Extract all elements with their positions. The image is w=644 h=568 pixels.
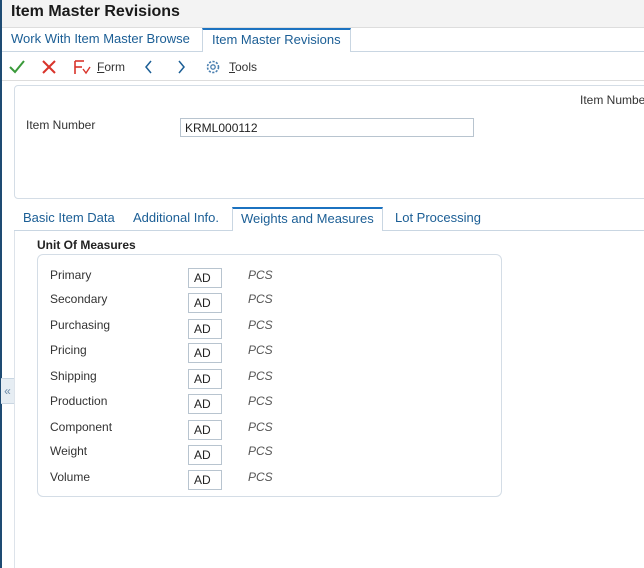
uom-input-pricing[interactable] xyxy=(188,343,222,363)
close-icon xyxy=(42,60,56,74)
gear-icon xyxy=(206,60,220,74)
uom-desc-component: PCS xyxy=(248,420,273,434)
uom-desc-pricing: PCS xyxy=(248,343,273,357)
next-button[interactable] xyxy=(174,56,188,78)
tools-menu-label: Tools xyxy=(229,60,258,74)
uom-input-component[interactable] xyxy=(188,420,222,440)
toolbar: Form Tools xyxy=(2,52,644,81)
tab-additional-info[interactable]: Additional Info. xyxy=(133,207,219,231)
breadcrumb-item-master-revisions[interactable]: Item Master Revisions xyxy=(202,28,351,53)
tab-lot-processing[interactable]: Lot Processing xyxy=(395,207,481,231)
page-title: Item Master Revisions xyxy=(11,3,180,20)
uom-input-weight[interactable] xyxy=(188,445,222,465)
uom-input-shipping[interactable] xyxy=(188,369,222,389)
item-number-label: Item Number xyxy=(26,118,96,132)
uom-input-volume[interactable] xyxy=(188,470,222,490)
uom-input-production[interactable] xyxy=(188,394,222,414)
form-menu-label: Form xyxy=(97,60,126,74)
uom-input-purchasing[interactable] xyxy=(188,319,222,339)
chevron-left-icon xyxy=(145,60,152,74)
left-rail xyxy=(0,0,2,568)
checkmark-icon xyxy=(9,60,25,74)
tools-menu-button[interactable]: Tools xyxy=(204,56,257,78)
ok-button[interactable] xyxy=(8,56,26,78)
chevron-right-icon xyxy=(178,60,185,74)
uom-input-secondary[interactable] xyxy=(188,293,222,313)
uom-label-primary: Primary xyxy=(50,268,92,282)
uom-desc-secondary: PCS xyxy=(248,292,273,306)
collapse-panel-chevrons-icon[interactable]: « xyxy=(1,378,15,404)
uom-label-shipping: Shipping xyxy=(50,369,97,383)
tab-strip: Basic Item Data Additional Info. Weights… xyxy=(14,207,644,232)
form-menu-button[interactable]: Form xyxy=(72,56,125,78)
uom-desc-weight: PCS xyxy=(248,444,273,458)
item-number-right-label: Item Numbe xyxy=(580,93,644,107)
uom-label-production: Production xyxy=(50,394,108,408)
uom-label-volume: Volume xyxy=(50,470,91,484)
uom-label-pricing: Pricing xyxy=(50,343,87,357)
breadcrumb-work-with-item-master-browse[interactable]: Work With Item Master Browse xyxy=(11,28,190,52)
uom-desc-purchasing: PCS xyxy=(248,318,273,332)
unit-of-measures-title: Unit Of Measures xyxy=(37,238,136,252)
header-panel xyxy=(14,85,644,199)
uom-desc-production: PCS xyxy=(248,394,273,408)
uom-label-component: Component xyxy=(50,420,113,434)
title-bar: Item Master Revisions xyxy=(2,0,644,28)
item-number-input[interactable] xyxy=(180,118,474,137)
uom-desc-volume: PCS xyxy=(248,470,273,484)
uom-label-weight: Weight xyxy=(50,444,88,458)
tab-weights-and-measures[interactable]: Weights and Measures xyxy=(232,207,383,232)
uom-input-primary[interactable] xyxy=(188,268,222,288)
previous-button[interactable] xyxy=(142,56,156,78)
cancel-button[interactable] xyxy=(40,56,58,78)
form-icon xyxy=(74,60,91,75)
uom-label-secondary: Secondary xyxy=(50,292,108,306)
uom-desc-shipping: PCS xyxy=(248,369,273,383)
tab-basic-item-data[interactable]: Basic Item Data xyxy=(23,207,115,231)
breadcrumb: Work With Item Master Browse Item Master… xyxy=(2,28,644,53)
uom-label-purchasing: Purchasing xyxy=(50,318,111,332)
uom-desc-primary: PCS xyxy=(248,268,273,282)
